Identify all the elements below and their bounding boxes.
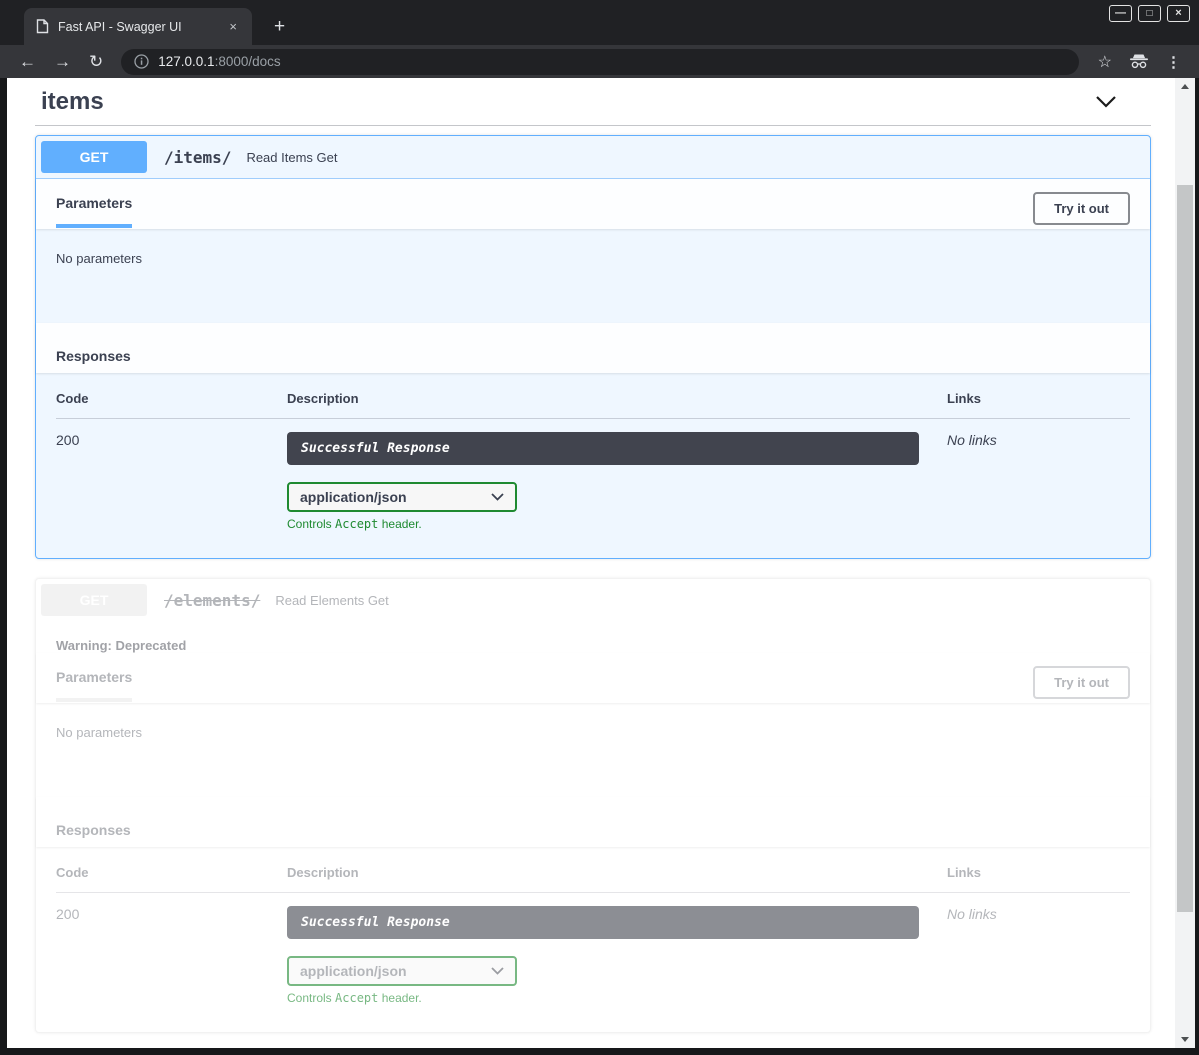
page-favicon-icon: [36, 19, 49, 34]
window-controls: — □ ×: [1109, 5, 1190, 22]
page-viewport: items GET /items/ Read Items Get: [7, 78, 1195, 1048]
responses-table: Code Description Links 200 Successful Re…: [36, 847, 1150, 1032]
accept-note-prefix: Controls: [287, 991, 335, 1005]
response-description-cell: Successful Response application/json Con…: [287, 432, 947, 531]
tab-parameters[interactable]: Parameters: [56, 669, 132, 702]
col-header-code: Code: [56, 865, 287, 880]
chevron-down-icon: [491, 493, 504, 501]
responses-header: Responses: [36, 797, 1150, 847]
no-parameters-text: No parameters: [36, 229, 1150, 323]
table-row: 200 Successful Response application/json…: [56, 419, 1130, 531]
col-header-links: Links: [947, 865, 1130, 880]
try-it-out-button[interactable]: Try it out: [1033, 192, 1130, 225]
tab-close-icon[interactable]: ×: [226, 18, 240, 35]
accept-note-suffix: header.: [378, 517, 421, 531]
back-icon[interactable]: ←: [10, 53, 45, 70]
opblock-summary[interactable]: GET /elements/ Read Elements Get: [36, 579, 1150, 621]
endpoint-summary: Read Items Get: [246, 150, 337, 165]
try-it-out-button[interactable]: Try it out: [1033, 666, 1130, 699]
parameters-header: Parameters Try it out: [36, 653, 1150, 703]
scroll-down-icon[interactable]: [1175, 1032, 1195, 1047]
endpoint-summary: Read Elements Get: [275, 593, 388, 608]
tag-divider: [35, 125, 1151, 126]
tab-title: Fast API - Swagger UI: [58, 20, 217, 34]
browser-toolbar: ← → ↻ 127.0.0.1:8000/docs ☆ ⋮: [0, 45, 1199, 78]
close-button[interactable]: ×: [1167, 5, 1190, 22]
chevron-down-icon: [491, 967, 504, 975]
status-code: 200: [56, 432, 287, 531]
title-bar: Fast API - Swagger UI × + — □ ×: [0, 0, 1199, 45]
accept-note-code: Accept: [335, 991, 378, 1005]
url-host: 127.0.0.1: [158, 54, 214, 69]
url-text: 127.0.0.1:8000/docs: [158, 54, 280, 69]
content-frame: items GET /items/ Read Items Get: [0, 78, 1199, 1055]
forward-icon[interactable]: →: [45, 53, 80, 70]
method-badge[interactable]: GET: [41, 584, 147, 616]
minimize-button[interactable]: —: [1109, 5, 1132, 22]
endpoint-path[interactable]: /elements/: [164, 591, 260, 610]
col-header-description: Description: [287, 391, 947, 406]
accept-header-note: Controls Accept header.: [287, 517, 947, 531]
tag-title: items: [41, 88, 104, 116]
links-value: No links: [947, 432, 1130, 531]
response-description: Successful Response: [287, 906, 919, 939]
response-description: Successful Response: [287, 432, 919, 465]
col-header-description: Description: [287, 865, 947, 880]
accept-note-code: Accept: [335, 517, 378, 531]
accept-note-prefix: Controls: [287, 517, 335, 531]
no-parameters-text: No parameters: [36, 703, 1150, 797]
responses-table-head: Code Description Links: [56, 865, 1130, 893]
parameters-header: Parameters Try it out: [36, 179, 1150, 229]
opblock-summary[interactable]: GET /items/ Read Items Get: [36, 136, 1150, 179]
reload-icon[interactable]: ↻: [80, 53, 112, 70]
status-code: 200: [56, 906, 287, 1005]
response-description-cell: Successful Response application/json Con…: [287, 906, 947, 1005]
swagger-page: items GET /items/ Read Items Get: [7, 78, 1175, 1048]
site-info-icon[interactable]: [134, 54, 149, 69]
new-tab-button[interactable]: +: [266, 15, 293, 38]
url-path: :8000/docs: [215, 54, 281, 69]
maximize-button[interactable]: □: [1138, 5, 1161, 22]
scrollbar-thumb[interactable]: [1177, 185, 1193, 912]
incognito-icon: [1128, 54, 1150, 69]
media-type-select[interactable]: application/json: [287, 956, 517, 986]
media-type-value: application/json: [300, 963, 407, 979]
responses-table: Code Description Links 200 Successful Re…: [36, 373, 1150, 558]
browser-tab[interactable]: Fast API - Swagger UI ×: [24, 8, 252, 45]
method-badge[interactable]: GET: [41, 141, 147, 173]
bookmark-star-icon[interactable]: ☆: [1088, 52, 1122, 72]
browser-window: Fast API - Swagger UI × + — □ × ← → ↻ 12…: [0, 0, 1199, 1055]
chevron-down-icon[interactable]: [1091, 91, 1121, 113]
media-type-select[interactable]: application/json: [287, 482, 517, 512]
endpoint-path[interactable]: /items/: [164, 148, 231, 167]
deprecated-warning: Warning: Deprecated: [36, 621, 1150, 653]
responses-title: Responses: [56, 822, 131, 838]
table-row: 200 Successful Response application/json…: [56, 893, 1130, 1005]
accept-header-note: Controls Accept header.: [287, 991, 947, 1005]
col-header-links: Links: [947, 391, 1130, 406]
accept-note-suffix: header.: [378, 991, 421, 1005]
tag-section-header: items: [35, 88, 1151, 116]
col-header-code: Code: [56, 391, 287, 406]
vertical-scrollbar[interactable]: [1175, 78, 1195, 1048]
opblock-get-items: GET /items/ Read Items Get Parameters Tr…: [35, 135, 1151, 559]
url-bar[interactable]: 127.0.0.1:8000/docs: [121, 49, 1078, 75]
browser-menu-icon[interactable]: ⋮: [1156, 53, 1189, 71]
links-value: No links: [947, 906, 1130, 1005]
responses-header: Responses: [36, 323, 1150, 373]
scroll-up-icon[interactable]: [1175, 79, 1195, 94]
media-type-value: application/json: [300, 489, 407, 505]
tab-parameters[interactable]: Parameters: [56, 195, 132, 228]
responses-title: Responses: [56, 348, 131, 364]
responses-table-head: Code Description Links: [56, 391, 1130, 419]
opblock-get-elements-deprecated: GET /elements/ Read Elements Get Warning…: [35, 578, 1151, 1033]
